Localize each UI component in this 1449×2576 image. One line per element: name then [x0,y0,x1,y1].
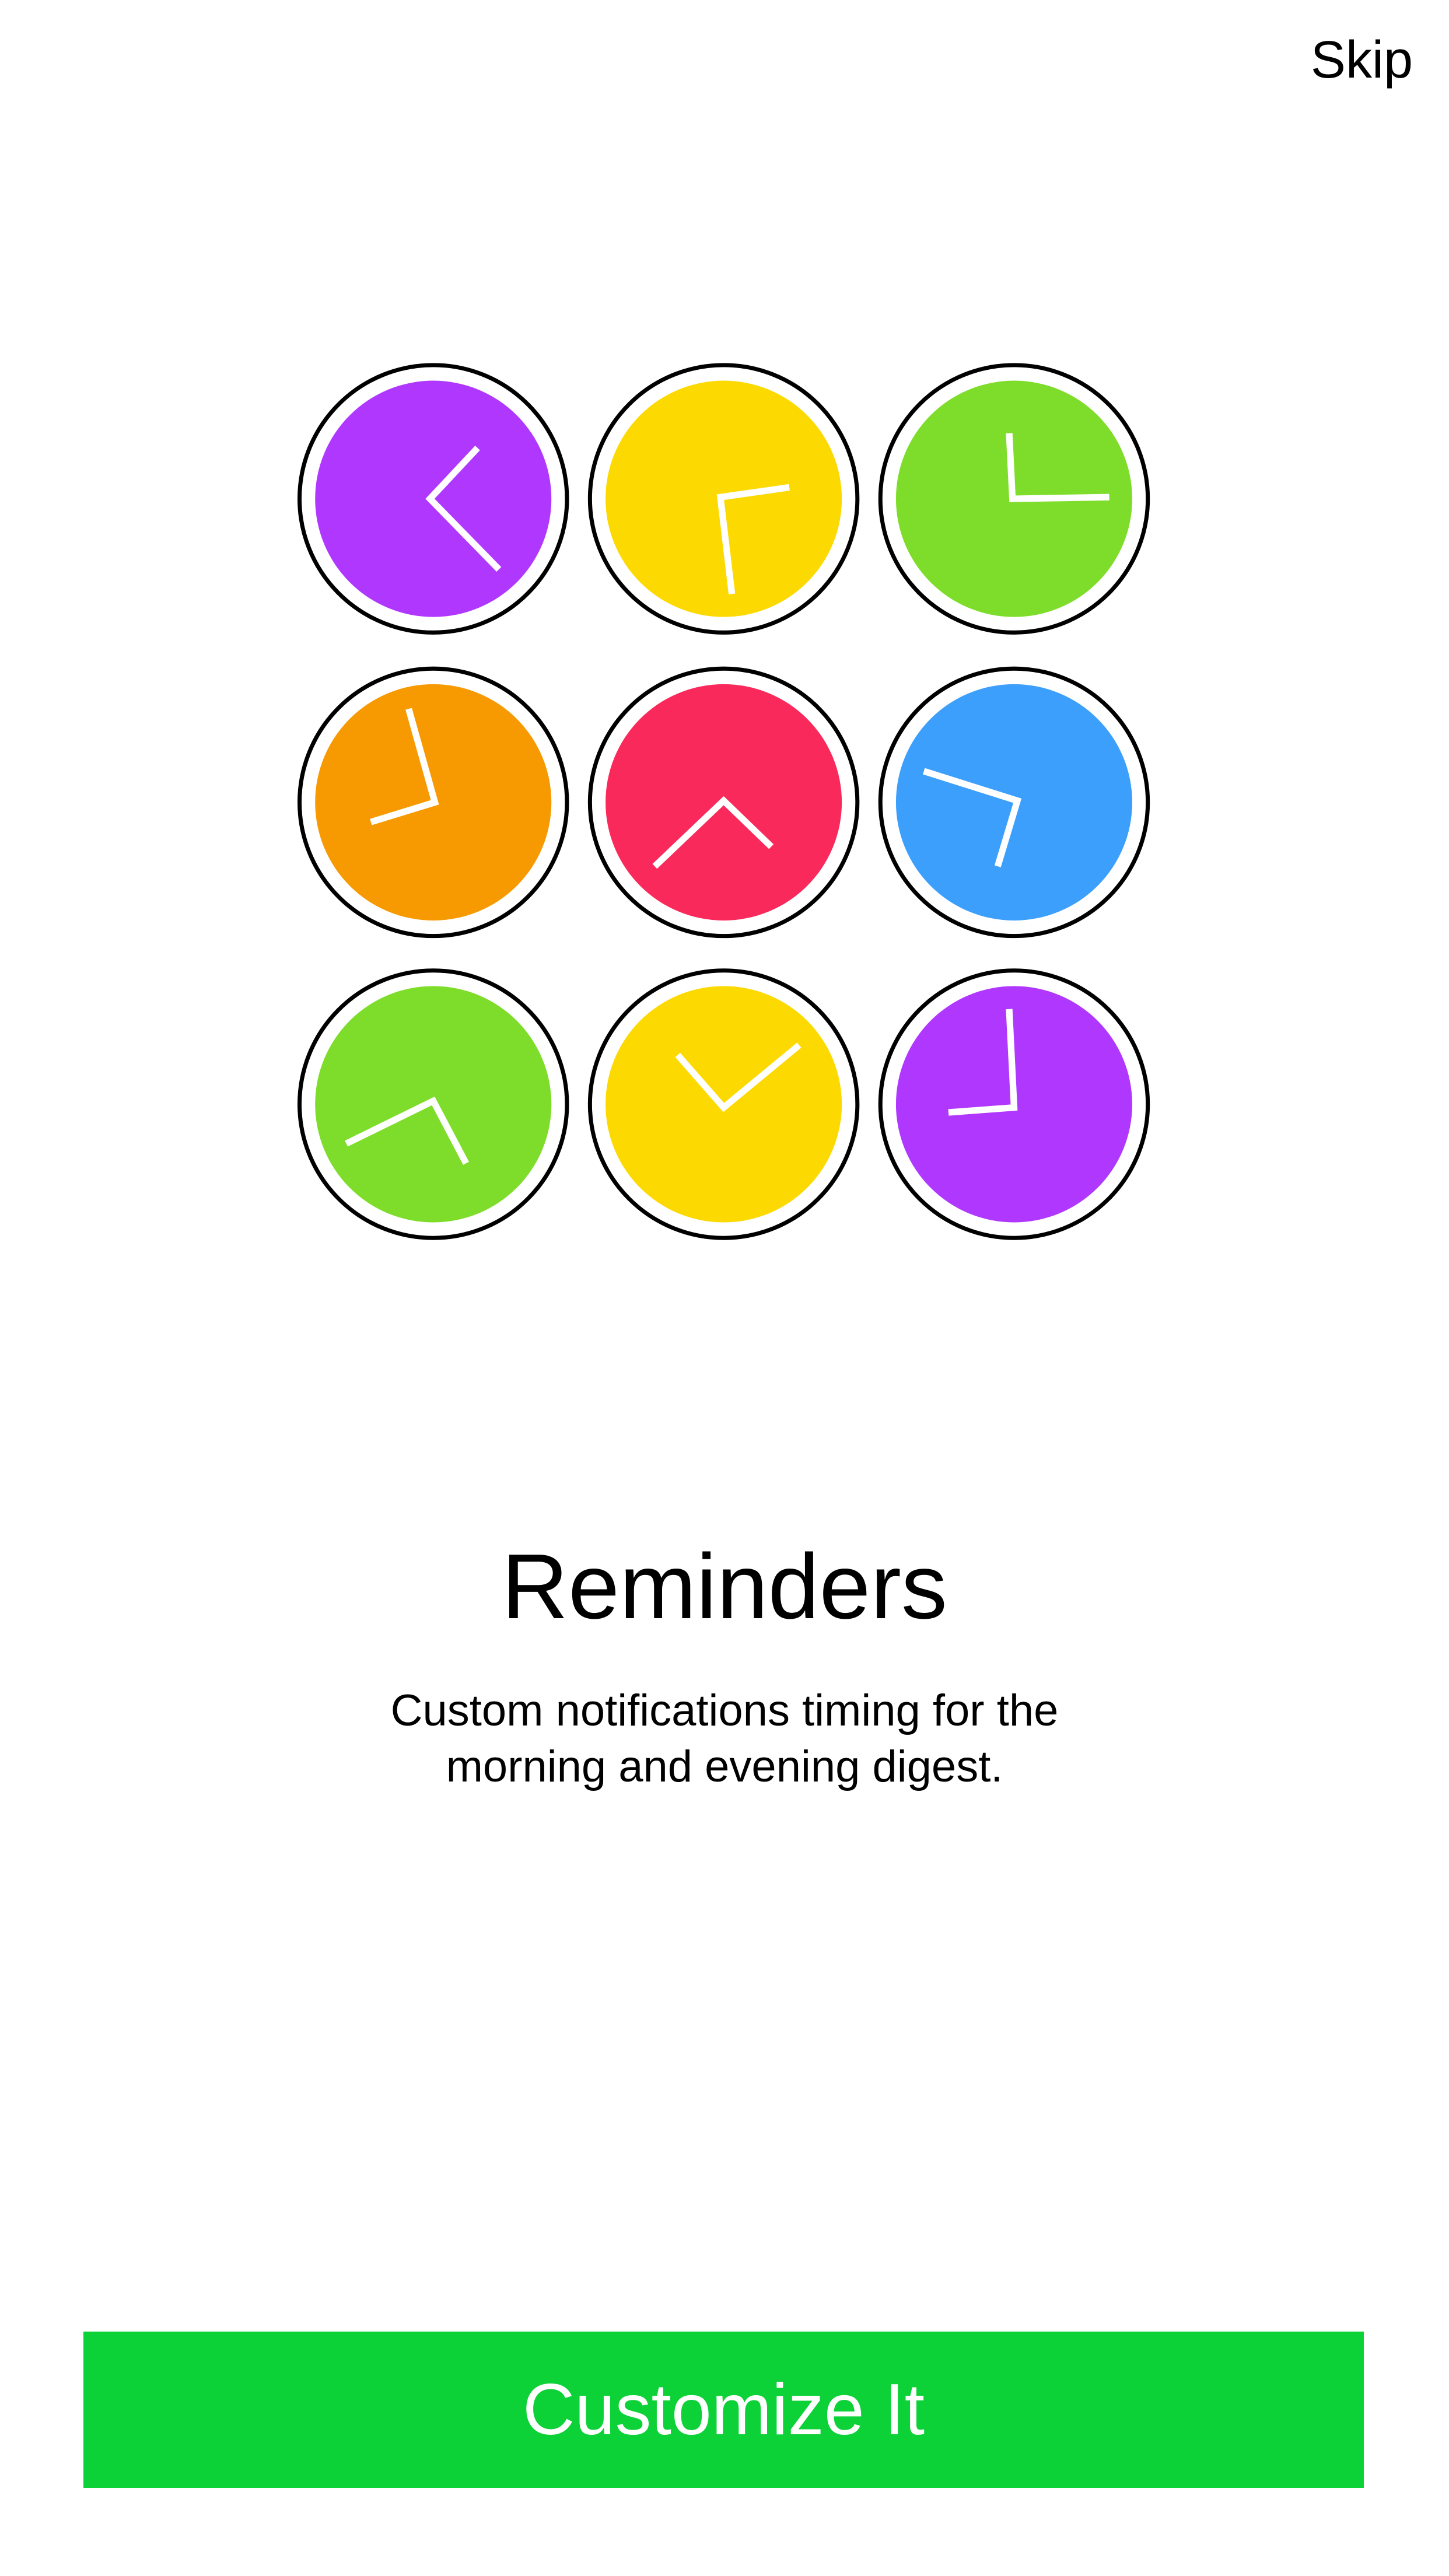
clock-icon [297,363,569,635]
clock-icon [587,666,860,939]
clock-icon [587,363,860,635]
description-line-2: morning and evening digest. [446,1742,1003,1791]
clock-icon [878,666,1150,939]
customize-it-button[interactable]: Customize It [83,2332,1364,2488]
clock-icon [878,363,1150,635]
clock-icon [587,968,860,1240]
page-title: Reminders [502,1535,947,1638]
page-description: Custom notifications timing for the morn… [0,1683,1449,1795]
clock-icon [297,666,569,939]
clock-icon [878,968,1150,1240]
clock-grid-illustration [297,363,1150,1240]
description-line-1: Custom notifications timing for the [390,1686,1059,1735]
clock-icon [297,968,569,1240]
